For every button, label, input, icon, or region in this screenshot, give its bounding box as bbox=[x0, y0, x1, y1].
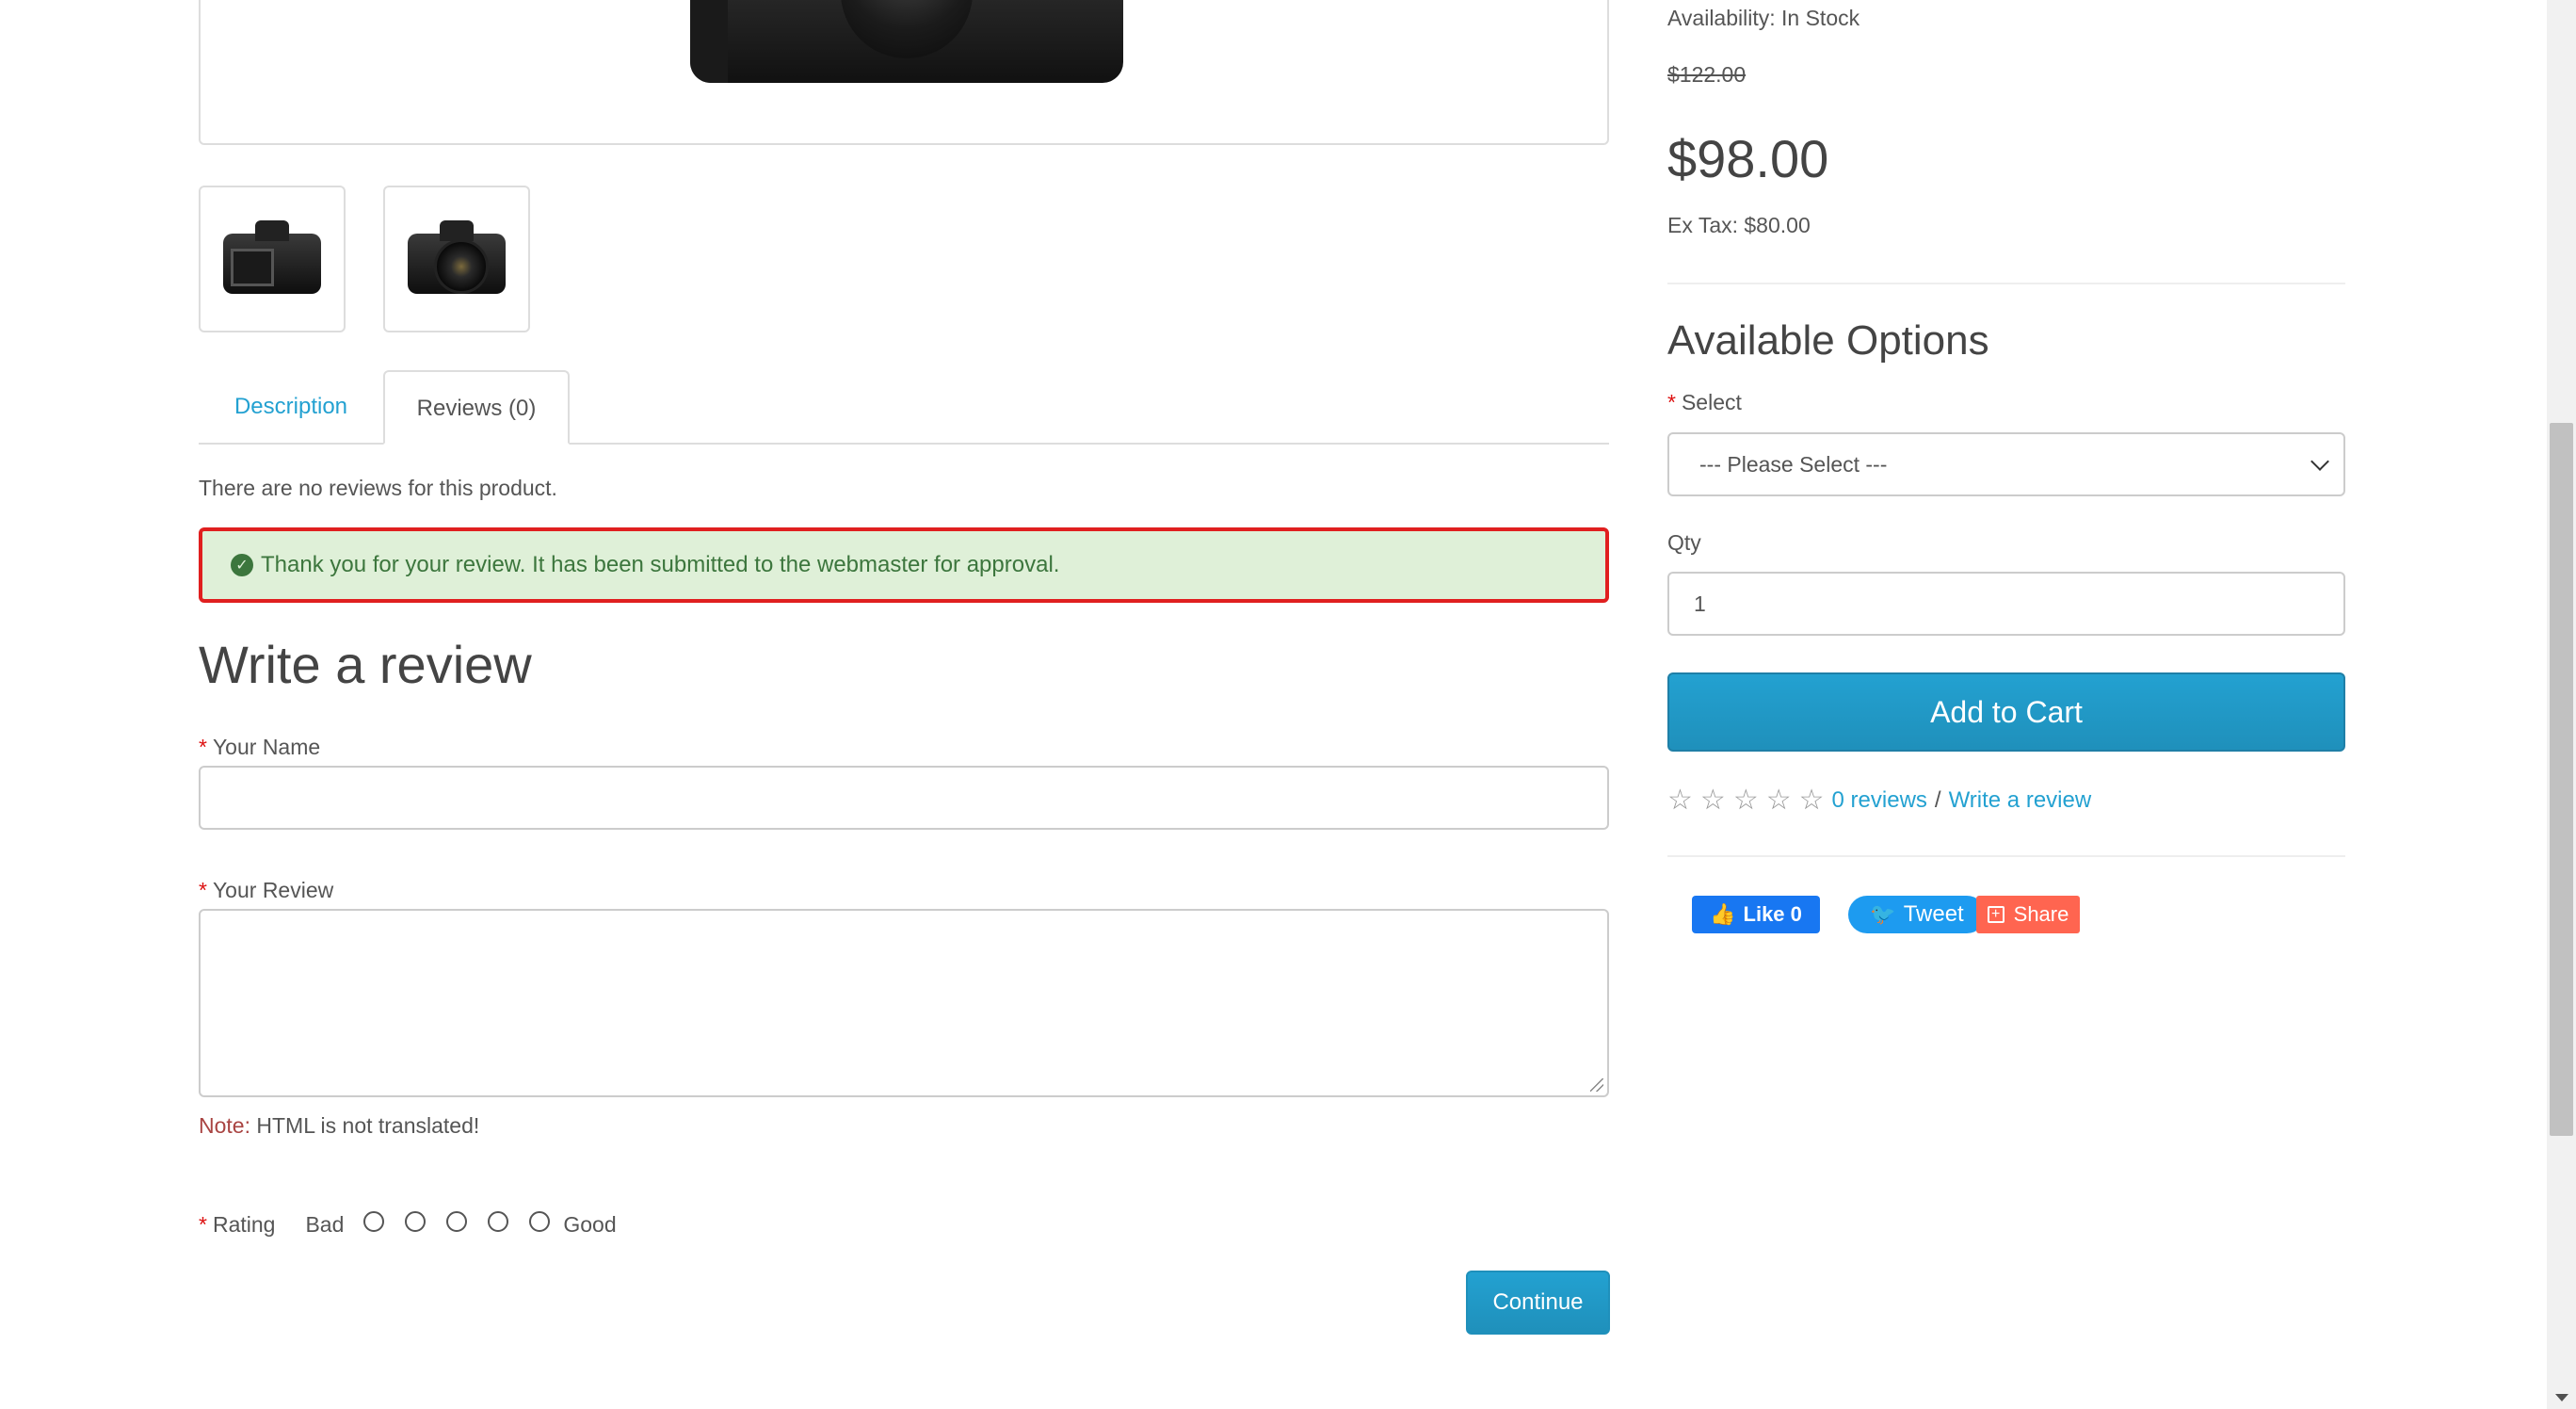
required-asterisk: * bbox=[199, 735, 207, 759]
reviews-count-link[interactable]: 0 reviews bbox=[1832, 787, 1927, 814]
page-scrollbar[interactable] bbox=[2547, 0, 2576, 1409]
scrollbar-thumb[interactable] bbox=[2550, 423, 2573, 1136]
option-select-value: --- Please Select --- bbox=[1699, 451, 1888, 477]
success-alert: ✓ Thank you for your review. It has been… bbox=[199, 527, 1609, 603]
old-price: $122.00 bbox=[1667, 62, 1747, 87]
star-empty-icon: ☆ bbox=[1699, 785, 1726, 816]
note-label: Note: bbox=[199, 1113, 250, 1138]
rating-bad-label: Bad bbox=[305, 1211, 345, 1237]
no-reviews-text: There are no reviews for this product. bbox=[199, 476, 557, 500]
rating-radio-5[interactable] bbox=[529, 1211, 551, 1232]
camera-image bbox=[690, 0, 1123, 83]
chevron-down-icon bbox=[2310, 452, 2329, 471]
rating-label: Rating bbox=[212, 1211, 276, 1237]
ex-tax-price: Ex Tax: $80.00 bbox=[1667, 213, 1811, 237]
available-options-heading: Available Options bbox=[1667, 317, 1989, 364]
camera-back-image bbox=[223, 220, 321, 298]
continue-button[interactable]: Continue bbox=[1466, 1271, 1610, 1335]
divider bbox=[1667, 283, 2345, 284]
current-price: $98.00 bbox=[1667, 129, 1829, 188]
camera-front-image bbox=[408, 220, 506, 298]
check-circle-icon: ✓ bbox=[231, 554, 253, 576]
star-empty-icon: ☆ bbox=[1798, 785, 1825, 816]
qty-input[interactable]: 1 bbox=[1667, 572, 2345, 636]
rating-good-label: Good bbox=[563, 1211, 617, 1237]
rating-field: * Rating Bad Good bbox=[199, 1208, 617, 1240]
required-asterisk: * bbox=[199, 878, 207, 902]
qty-label: Qty bbox=[1667, 530, 1701, 555]
star-empty-icon: ☆ bbox=[1667, 785, 1693, 816]
star-empty-icon: ☆ bbox=[1732, 785, 1759, 816]
share-button[interactable]: + Share bbox=[1976, 896, 2080, 933]
required-asterisk: * bbox=[1667, 390, 1676, 414]
html-note: Note: HTML is not translated! bbox=[199, 1113, 479, 1139]
facebook-like-button[interactable]: 👍 Like 0 bbox=[1692, 896, 1820, 933]
plus-icon: + bbox=[1987, 906, 2004, 923]
write-review-heading: Write a review bbox=[199, 635, 532, 694]
your-name-input[interactable] bbox=[199, 766, 1609, 830]
your-review-label: * Your Review bbox=[199, 878, 334, 902]
select-label: * Select bbox=[1667, 390, 1742, 414]
option-select[interactable]: --- Please Select --- bbox=[1667, 432, 2345, 496]
product-main-image[interactable] bbox=[199, 0, 1609, 145]
link-separator: / bbox=[1934, 787, 1941, 813]
your-name-label: * Your Name bbox=[199, 735, 321, 759]
rating-radio-2[interactable] bbox=[405, 1211, 427, 1232]
scroll-down-arrow-icon[interactable] bbox=[2555, 1394, 2568, 1401]
product-thumbnail-2[interactable] bbox=[383, 186, 530, 332]
tab-description[interactable]: Description bbox=[199, 370, 383, 443]
thumbs-up-icon: 👍 bbox=[1710, 902, 1736, 926]
note-text: HTML is not translated! bbox=[250, 1113, 480, 1138]
required-asterisk: * bbox=[199, 1211, 207, 1237]
rating-radio-4[interactable] bbox=[488, 1211, 509, 1232]
rating-summary: ☆ ☆ ☆ ☆ ☆ 0 reviews / Write a review bbox=[1667, 785, 2091, 816]
divider bbox=[1667, 855, 2345, 857]
write-review-link[interactable]: Write a review bbox=[1949, 787, 2092, 814]
your-review-textarea[interactable] bbox=[199, 909, 1609, 1097]
tweet-button[interactable]: 🐦 Tweet bbox=[1848, 896, 1986, 933]
product-thumbnail-1[interactable] bbox=[199, 186, 346, 332]
twitter-bird-icon: 🐦 bbox=[1870, 902, 1896, 926]
rating-radio-1[interactable] bbox=[363, 1211, 385, 1232]
add-to-cart-button[interactable]: Add to Cart bbox=[1667, 672, 2345, 752]
tab-reviews[interactable]: Reviews (0) bbox=[383, 370, 570, 445]
availability-text: Availability: In Stock bbox=[1667, 6, 1860, 30]
product-page: Description Reviews (0) There are no rev… bbox=[0, 0, 2547, 1409]
success-alert-text: Thank you for your review. It has been s… bbox=[261, 552, 1060, 577]
star-empty-icon: ☆ bbox=[1765, 785, 1792, 816]
resize-handle-icon[interactable] bbox=[1590, 1078, 1603, 1092]
rating-radio-3[interactable] bbox=[446, 1211, 468, 1232]
product-tabs: Description Reviews (0) bbox=[199, 370, 1609, 445]
